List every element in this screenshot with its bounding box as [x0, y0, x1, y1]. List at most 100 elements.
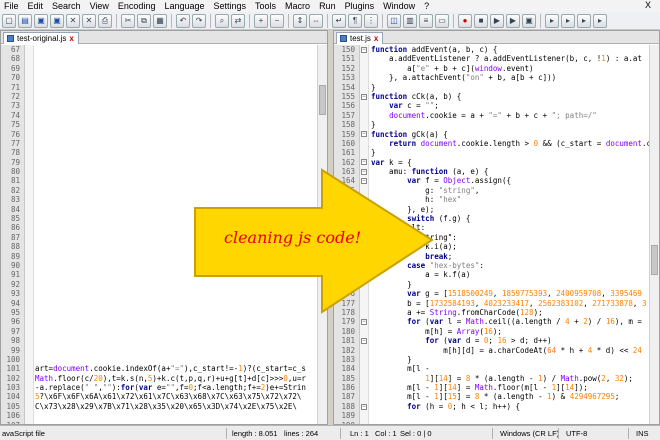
indent-guide-icon[interactable]: ⋮: [364, 13, 378, 28]
doc-map-icon[interactable]: ▥: [403, 13, 417, 28]
line-number: 82: [10, 185, 20, 195]
paste-icon[interactable]: ▦: [153, 13, 167, 28]
close-all-icon[interactable]: ✕: [82, 13, 96, 28]
menu-item-language[interactable]: Language: [160, 1, 209, 11]
menu-item-edit[interactable]: Edit: [24, 1, 49, 11]
close-file-icon[interactable]: ✕: [66, 13, 80, 28]
copy-icon[interactable]: ⧉: [137, 13, 151, 28]
fold-toggle-icon[interactable]: −: [361, 159, 367, 166]
zoom-in-icon[interactable]: +: [254, 13, 268, 28]
word-wrap-icon[interactable]: ↵: [332, 13, 346, 28]
menu-item-run[interactable]: Run: [315, 1, 341, 11]
function-list-icon[interactable]: ≡: [419, 13, 433, 28]
save-all-icon[interactable]: ▣: [50, 13, 64, 28]
status-separator: [558, 428, 559, 439]
zoom-out-icon[interactable]: −: [270, 13, 284, 28]
play-multiple-icon[interactable]: ▶: [506, 13, 520, 28]
line-number: 178: [341, 307, 355, 317]
line-number: 174: [341, 270, 355, 280]
status-separator: [340, 428, 341, 439]
right-editor[interactable]: 150 151 152 153 154 155 156 157 158 159 160 161 162 1…: [334, 45, 659, 424]
close-icon[interactable]: x: [69, 34, 73, 43]
line-number: 176: [341, 289, 355, 299]
menu-item-tools[interactable]: Tools: [251, 1, 281, 11]
menu-item-encoding[interactable]: Encoding: [114, 1, 161, 11]
left-editor[interactable]: 67 68 69 70 71 72 73 74 75 76 77 78 79 80 81 82 83 84 85 86…: [1, 45, 327, 424]
right-tab-bar: test.js x: [334, 31, 659, 44]
menu-item-settings[interactable]: Settings: [210, 1, 252, 11]
status-bar: avaScript file length : 8.051 lines : 26…: [0, 425, 660, 440]
open-file-icon[interactable]: ▤: [18, 13, 32, 28]
plugin-icon[interactable]: ▸: [561, 13, 575, 28]
play-macro-icon[interactable]: ▶: [490, 13, 504, 28]
line-number: 72: [10, 91, 20, 101]
code-line: }, a.attachEvent("on" + b, a[b + c])): [371, 73, 557, 83]
print-icon[interactable]: ⎙: [98, 13, 112, 28]
line-number: 93: [10, 289, 20, 299]
plugin-icon[interactable]: ▸: [545, 13, 559, 28]
sync-vertical-icon[interactable]: ⇕: [293, 13, 307, 28]
fold-toggle-icon[interactable]: −: [361, 93, 367, 100]
save-macro-icon[interactable]: ▣: [522, 13, 536, 28]
stop-macro-icon[interactable]: ■: [474, 13, 488, 28]
replace-icon[interactable]: ⇄: [231, 13, 245, 28]
define-language-icon[interactable]: ◫: [387, 13, 401, 28]
code-line: }: [371, 279, 412, 289]
vertical-scrollbar[interactable]: [649, 45, 659, 424]
line-number: 187: [341, 392, 355, 402]
fold-toggle-icon[interactable]: −: [361, 168, 367, 175]
line-number: 87: [10, 232, 20, 242]
menu-close-button[interactable]: X: [641, 0, 656, 10]
line-number: 94: [10, 298, 20, 308]
menu-item-file[interactable]: File: [0, 1, 24, 11]
fold-toggle-icon[interactable]: −: [361, 131, 367, 138]
line-number: 96: [10, 317, 20, 327]
close-icon[interactable]: x: [374, 34, 378, 43]
fold-toggle-icon[interactable]: −: [361, 215, 367, 222]
fold-toggle-icon[interactable]: −: [361, 403, 367, 410]
record-macro-icon[interactable]: ●: [458, 13, 472, 28]
menu-item-macro[interactable]: Macro: [281, 1, 315, 11]
fold-toggle-icon[interactable]: −: [361, 178, 367, 185]
cut-icon[interactable]: ✂: [121, 13, 135, 28]
code-area[interactable]: art=document.cookie.indexOf(a+"="),c_sta…: [35, 45, 317, 424]
scrollbar-thumb[interactable]: [651, 245, 658, 275]
redo-icon[interactable]: ↷: [192, 13, 206, 28]
tab-test-original-js[interactable]: test-original.js x: [3, 32, 79, 44]
fold-toggle-icon[interactable]: −: [361, 319, 367, 326]
sync-horizontal-icon[interactable]: ⇔: [309, 13, 323, 28]
fold-toggle-icon[interactable]: −: [361, 46, 367, 53]
line-number: 156: [341, 101, 355, 111]
menu-item-help[interactable]: ?: [420, 1, 434, 11]
fold-toggle-icon[interactable]: −: [361, 337, 367, 344]
find-icon[interactable]: ⌕: [215, 13, 229, 28]
tab-test-js[interactable]: test.js x: [336, 32, 384, 44]
menu-item-view[interactable]: View: [86, 1, 114, 11]
vertical-scrollbar[interactable]: [317, 45, 327, 424]
menu-item-plugins[interactable]: Plugins: [341, 1, 380, 11]
code-area[interactable]: function addEvent(a, b, c) { a.addEventL…: [371, 45, 649, 424]
plugin-icon[interactable]: ▸: [577, 13, 591, 28]
line-number: 104: [6, 392, 20, 402]
scrollbar-thumb[interactable]: [319, 85, 326, 115]
undo-icon[interactable]: ↶: [176, 13, 190, 28]
menu-item-window[interactable]: Window: [379, 1, 420, 11]
toolbar-separator: [382, 13, 383, 28]
menu-item-search[interactable]: Search: [48, 1, 86, 11]
left-editor-pane: test-original.js x 67 68 69 70 71 72 73 74 75 76 7…: [0, 30, 328, 425]
folder-workspace-icon[interactable]: ▭: [435, 13, 449, 28]
plugin-icon[interactable]: ▸: [593, 13, 607, 28]
status-eol: Windows (CR LF): [500, 429, 560, 438]
save-icon[interactable]: ▣: [34, 13, 48, 28]
new-file-icon[interactable]: ▢: [2, 13, 16, 28]
show-all-chars-icon[interactable]: ¶: [348, 13, 362, 28]
